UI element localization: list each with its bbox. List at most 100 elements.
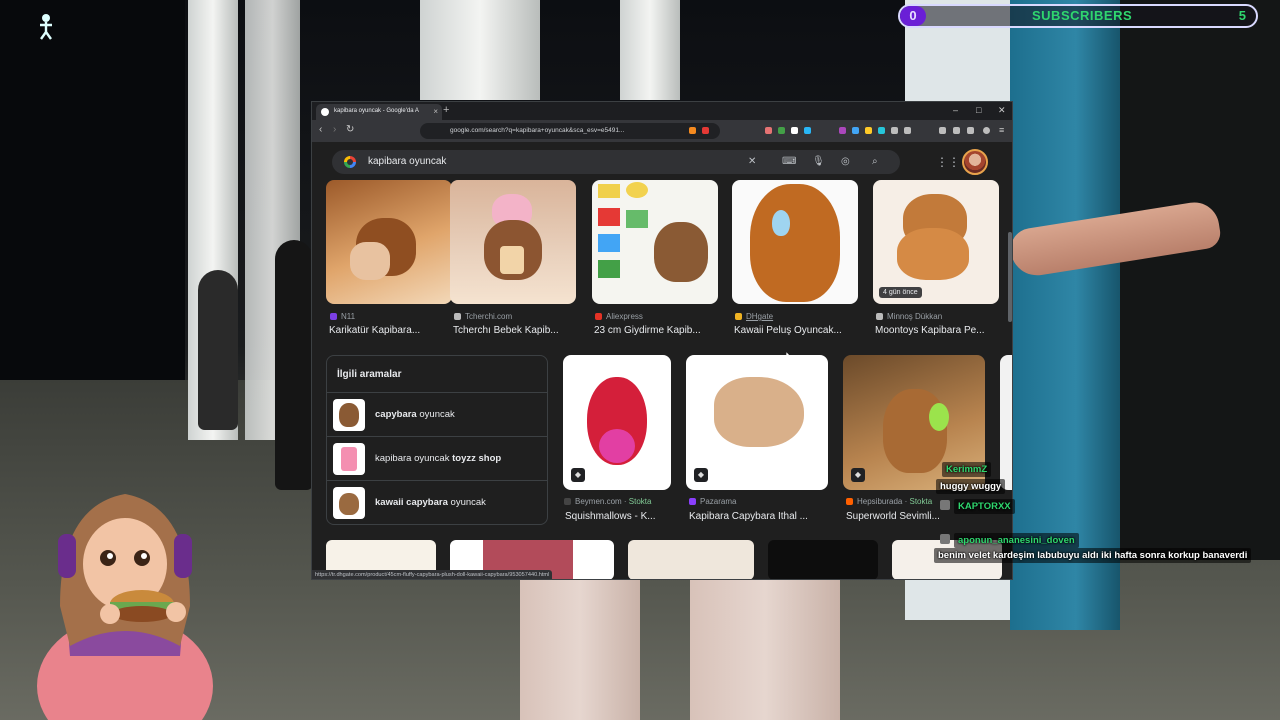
product-title[interactable]: Kapibara Capybara İthal ... bbox=[689, 511, 829, 522]
tab-strip: kapibara oyuncak - Google'da A × + – □ ✕ bbox=[312, 102, 1012, 120]
related-thumb bbox=[333, 487, 365, 519]
browser-window: kapibara oyuncak - Google'da A × + – □ ✕… bbox=[311, 101, 1013, 580]
extension-icon[interactable] bbox=[891, 127, 898, 134]
product-source[interactable]: Beymen.com · Stokta bbox=[564, 497, 651, 506]
tab-title: kapibara oyuncak - Google'da A bbox=[334, 108, 419, 114]
product-title[interactable]: Squishmallows - K... bbox=[565, 511, 675, 522]
extension-icon[interactable] bbox=[878, 127, 885, 134]
chat-avatar bbox=[940, 500, 950, 510]
image-result-thumb[interactable] bbox=[450, 180, 576, 304]
related-search-item[interactable]: kapibara oyuncak toyzz shop bbox=[327, 436, 547, 480]
rewards-icon[interactable] bbox=[702, 127, 709, 134]
image-result-thumb[interactable] bbox=[326, 180, 452, 304]
extension-icon[interactable] bbox=[791, 127, 798, 134]
product-thumb[interactable]: ◆ bbox=[686, 355, 828, 490]
result-source[interactable]: N11 bbox=[330, 312, 355, 321]
minimize-icon[interactable]: – bbox=[953, 105, 958, 115]
clear-icon[interactable]: ✕ bbox=[748, 156, 756, 167]
extension-icon[interactable] bbox=[804, 127, 811, 134]
toolbar: ‹ › ↻ ▯ google.com/search?q=kapibara+oyu… bbox=[312, 120, 1012, 142]
browser-tab[interactable]: kapibara oyuncak - Google'da A × bbox=[316, 104, 442, 120]
source-favicon-icon bbox=[595, 313, 602, 320]
search-input[interactable]: kapibara oyuncak ✕ ⌨ 🎙 ◎ ⌕ bbox=[332, 150, 900, 174]
tab-close-icon[interactable]: × bbox=[433, 107, 438, 116]
extension-icon[interactable] bbox=[765, 127, 772, 134]
background-person bbox=[275, 240, 313, 490]
close-window-icon[interactable]: ✕ bbox=[998, 105, 1006, 116]
image-result-thumb[interactable] bbox=[628, 540, 754, 579]
extension-icon[interactable] bbox=[904, 127, 911, 134]
related-searches-heading: İlgili aramalar bbox=[337, 369, 402, 380]
result-title[interactable]: Moontoys Kapibara Pe... bbox=[875, 325, 1003, 336]
subscriber-current-count: 0 bbox=[900, 6, 926, 26]
related-search-item[interactable]: capybara oyuncak bbox=[327, 392, 547, 436]
stream-scene: 0 SUBSCRIBERS 5 kapibara oyuncak - Googl… bbox=[0, 0, 1280, 720]
chat-message: benim velet kardeşim labubuyu aldı iki h… bbox=[934, 548, 1252, 563]
extension-icon[interactable] bbox=[852, 127, 859, 134]
search-results-page: kapibara oyuncak ✕ ⌨ 🎙 ◎ ⌕ ⋮⋮⋮ 4 gün önc… bbox=[312, 142, 1012, 579]
background-legs bbox=[520, 560, 640, 720]
channel-logo-icon bbox=[40, 14, 52, 40]
mic-icon[interactable]: 🎙 bbox=[812, 156, 825, 167]
back-icon[interactable]: ‹ bbox=[319, 124, 322, 135]
result-source[interactable]: Aliexpress bbox=[595, 312, 643, 321]
result-title[interactable]: Kawaii Peluş Oyuncak... bbox=[734, 325, 862, 336]
source-favicon-icon bbox=[454, 313, 461, 320]
result-title[interactable]: Tcherchı Bebek Kapib... bbox=[453, 325, 581, 336]
result-title[interactable]: Karikatür Kapibara... bbox=[329, 325, 457, 336]
chat-username: aponun_ananesini_doven bbox=[954, 533, 1079, 548]
product-source[interactable]: Hepsiburada · Stokta bbox=[846, 497, 932, 506]
extension-icon[interactable] bbox=[865, 127, 872, 134]
reload-icon[interactable]: ↻ bbox=[346, 124, 354, 135]
search-icon[interactable]: ⌕ bbox=[872, 156, 878, 167]
extension-icon[interactable] bbox=[839, 127, 846, 134]
menu-icon[interactable]: ≡ bbox=[999, 125, 1004, 135]
image-result-thumb[interactable] bbox=[592, 180, 718, 304]
chat-message: KerimmZ bbox=[942, 462, 992, 477]
image-result-thumb[interactable]: 4 gün önce bbox=[873, 180, 999, 304]
brave-shield-icon[interactable] bbox=[689, 127, 696, 134]
chat-message: KAPTORXX bbox=[940, 499, 1015, 514]
new-tab-icon[interactable]: + bbox=[443, 104, 449, 116]
lens-icon[interactable]: ◎ bbox=[841, 156, 850, 167]
google-logo bbox=[344, 156, 356, 168]
extension-icon[interactable] bbox=[953, 127, 960, 134]
background-legs bbox=[690, 560, 840, 720]
keyboard-icon[interactable]: ⌨ bbox=[782, 156, 796, 167]
result-source[interactable]: DHgate bbox=[735, 312, 773, 321]
google-favicon-icon bbox=[321, 108, 329, 116]
result-source[interactable]: Minnoş Dükkan bbox=[876, 312, 942, 321]
maximize-icon[interactable]: □ bbox=[976, 105, 981, 115]
product-title[interactable]: Superworld Sevimli... bbox=[846, 511, 971, 522]
extension-icon[interactable] bbox=[778, 127, 785, 134]
product-thumb[interactable]: ◆ bbox=[563, 355, 671, 490]
status-bar-url: https://tr.dhgate.com/product/45cm-fluff… bbox=[312, 570, 553, 579]
related-search-label: kapibara oyuncak toyzz shop bbox=[375, 453, 502, 464]
chat-username: KerimmZ bbox=[942, 462, 992, 477]
media-icon[interactable] bbox=[939, 127, 946, 134]
result-title[interactable]: 23 cm Giydirme Kapib... bbox=[594, 325, 722, 336]
background-dark-area bbox=[0, 0, 185, 400]
product-source[interactable]: Pazarama bbox=[689, 497, 736, 506]
chat-text: benim velet kardeşim labubuyu aldı iki h… bbox=[934, 548, 1252, 563]
extension-icon[interactable] bbox=[967, 127, 974, 134]
background-dark-right bbox=[1120, 0, 1280, 560]
related-search-label: capybara oyuncak bbox=[375, 409, 455, 420]
source-favicon-icon bbox=[689, 498, 696, 505]
search-query: kapibara oyuncak bbox=[368, 156, 447, 167]
chat-text: huggy wuggy bbox=[936, 479, 1006, 494]
source-favicon-icon bbox=[330, 313, 337, 320]
page-scrollbar[interactable] bbox=[1008, 232, 1012, 322]
image-result-thumb[interactable] bbox=[732, 180, 858, 304]
shopping-tag-icon: ◆ bbox=[571, 468, 585, 482]
chat-message: huggy wuggy bbox=[936, 479, 1006, 494]
vpn-icon[interactable] bbox=[983, 127, 990, 134]
image-result-thumb[interactable] bbox=[768, 540, 878, 579]
result-source[interactable]: Tcherchi.com bbox=[454, 312, 512, 321]
address-bar[interactable]: google.com/search?q=kapibara+oyuncak&sca… bbox=[420, 123, 720, 139]
related-search-item[interactable]: kawaii capybara oyuncak bbox=[327, 480, 547, 524]
product-thumb[interactable] bbox=[1000, 355, 1012, 490]
shopping-tag-icon: ◆ bbox=[851, 468, 865, 482]
forward-icon[interactable]: › bbox=[333, 124, 336, 135]
account-avatar[interactable] bbox=[962, 149, 988, 175]
